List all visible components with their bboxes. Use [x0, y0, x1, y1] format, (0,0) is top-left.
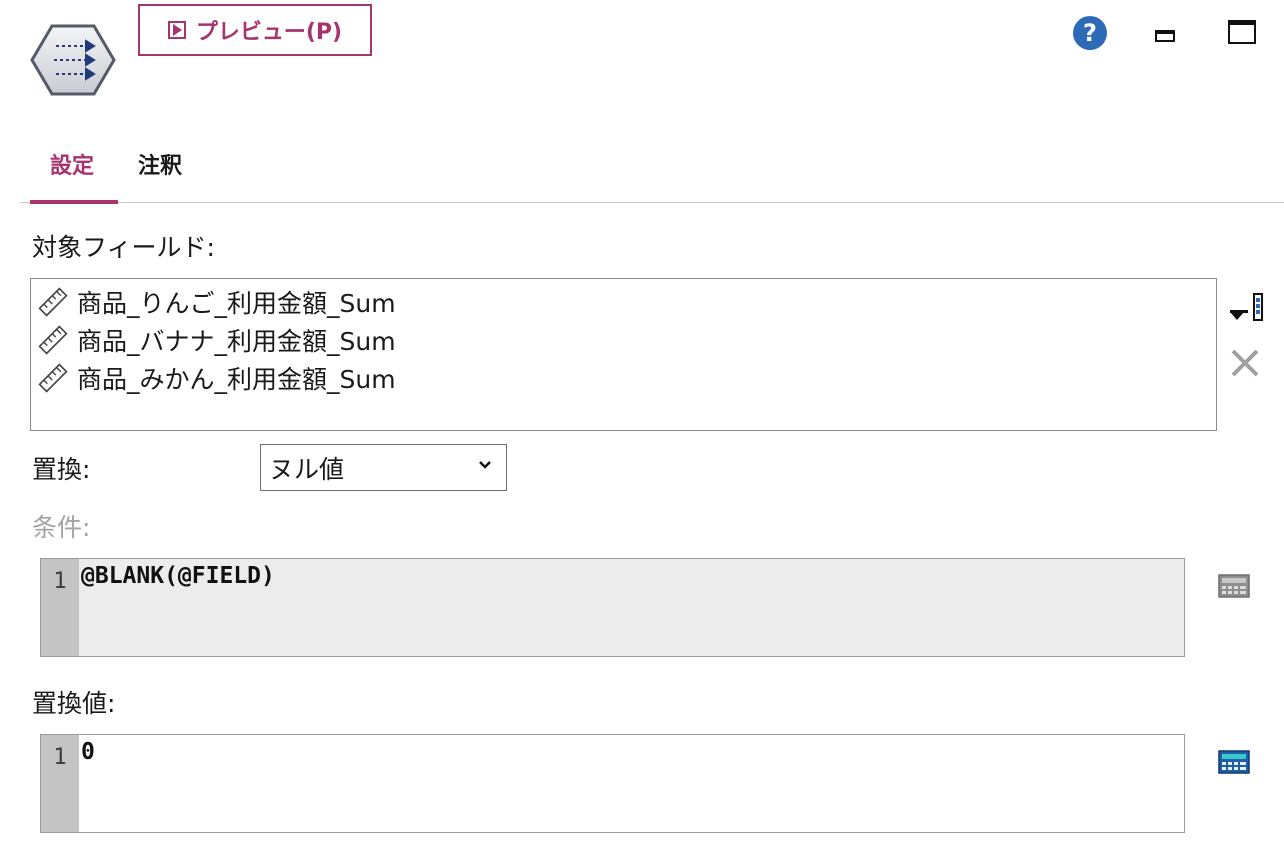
continuous-field-ruler-icon	[38, 287, 68, 317]
preview-button-label: プレビュー(P)	[195, 20, 343, 45]
close-icon[interactable]	[1228, 346, 1262, 380]
replace-select-value: ヌル値	[269, 454, 345, 484]
help-icon[interactable]: ?	[1073, 16, 1107, 50]
field-name: 商品_バナナ_利用金額_Sum	[77, 327, 396, 356]
minimize-icon[interactable]	[1155, 30, 1175, 42]
continuous-field-ruler-icon	[38, 363, 68, 393]
chevron-down-icon	[479, 461, 491, 469]
condition-label: 条件:	[32, 513, 91, 542]
field-name: 商品_りんご_利用金額_Sum	[77, 289, 396, 318]
line-number: 1	[41, 559, 79, 656]
line-number: 1	[41, 735, 79, 832]
replace-value-label: 置換値:	[32, 689, 116, 718]
condition-code: @BLANK(@FIELD)	[81, 563, 275, 589]
fields-label: 対象フィールド:	[32, 233, 215, 262]
field-picker-icon[interactable]	[1228, 292, 1264, 322]
replace-value-code: 0	[81, 739, 95, 765]
tab-divider	[20, 202, 1284, 203]
play-icon	[167, 21, 186, 39]
replace-select[interactable]: ヌル値	[260, 444, 507, 491]
list-item[interactable]: 商品_りんご_利用金額_Sum	[31, 283, 1216, 321]
active-tab-indicator	[30, 200, 118, 204]
tab-annotations[interactable]: 注釈	[138, 148, 182, 180]
field-name: 商品_みかん_利用金額_Sum	[77, 365, 396, 394]
list-item[interactable]: 商品_みかん_利用金額_Sum	[31, 359, 1216, 397]
preview-button[interactable]: プレビュー(P)	[138, 4, 372, 56]
maximize-icon[interactable]	[1228, 20, 1256, 44]
continuous-field-ruler-icon	[38, 325, 68, 355]
calculator-icon[interactable]	[1218, 750, 1250, 774]
replace-value-editor[interactable]: 1 0	[40, 734, 1185, 833]
condition-editor[interactable]: 1 @BLANK(@FIELD)	[40, 558, 1185, 657]
tab-settings[interactable]: 設定	[50, 148, 94, 180]
filler-node-icon	[30, 24, 116, 96]
replace-label: 置換:	[32, 455, 91, 484]
list-item[interactable]: 商品_バナナ_利用金額_Sum	[31, 321, 1216, 359]
fields-list[interactable]: 商品_りんご_利用金額_Sum 商品_バナナ_利用金額_Sum 商品_みかん_利…	[30, 278, 1217, 431]
calculator-icon	[1218, 574, 1250, 598]
